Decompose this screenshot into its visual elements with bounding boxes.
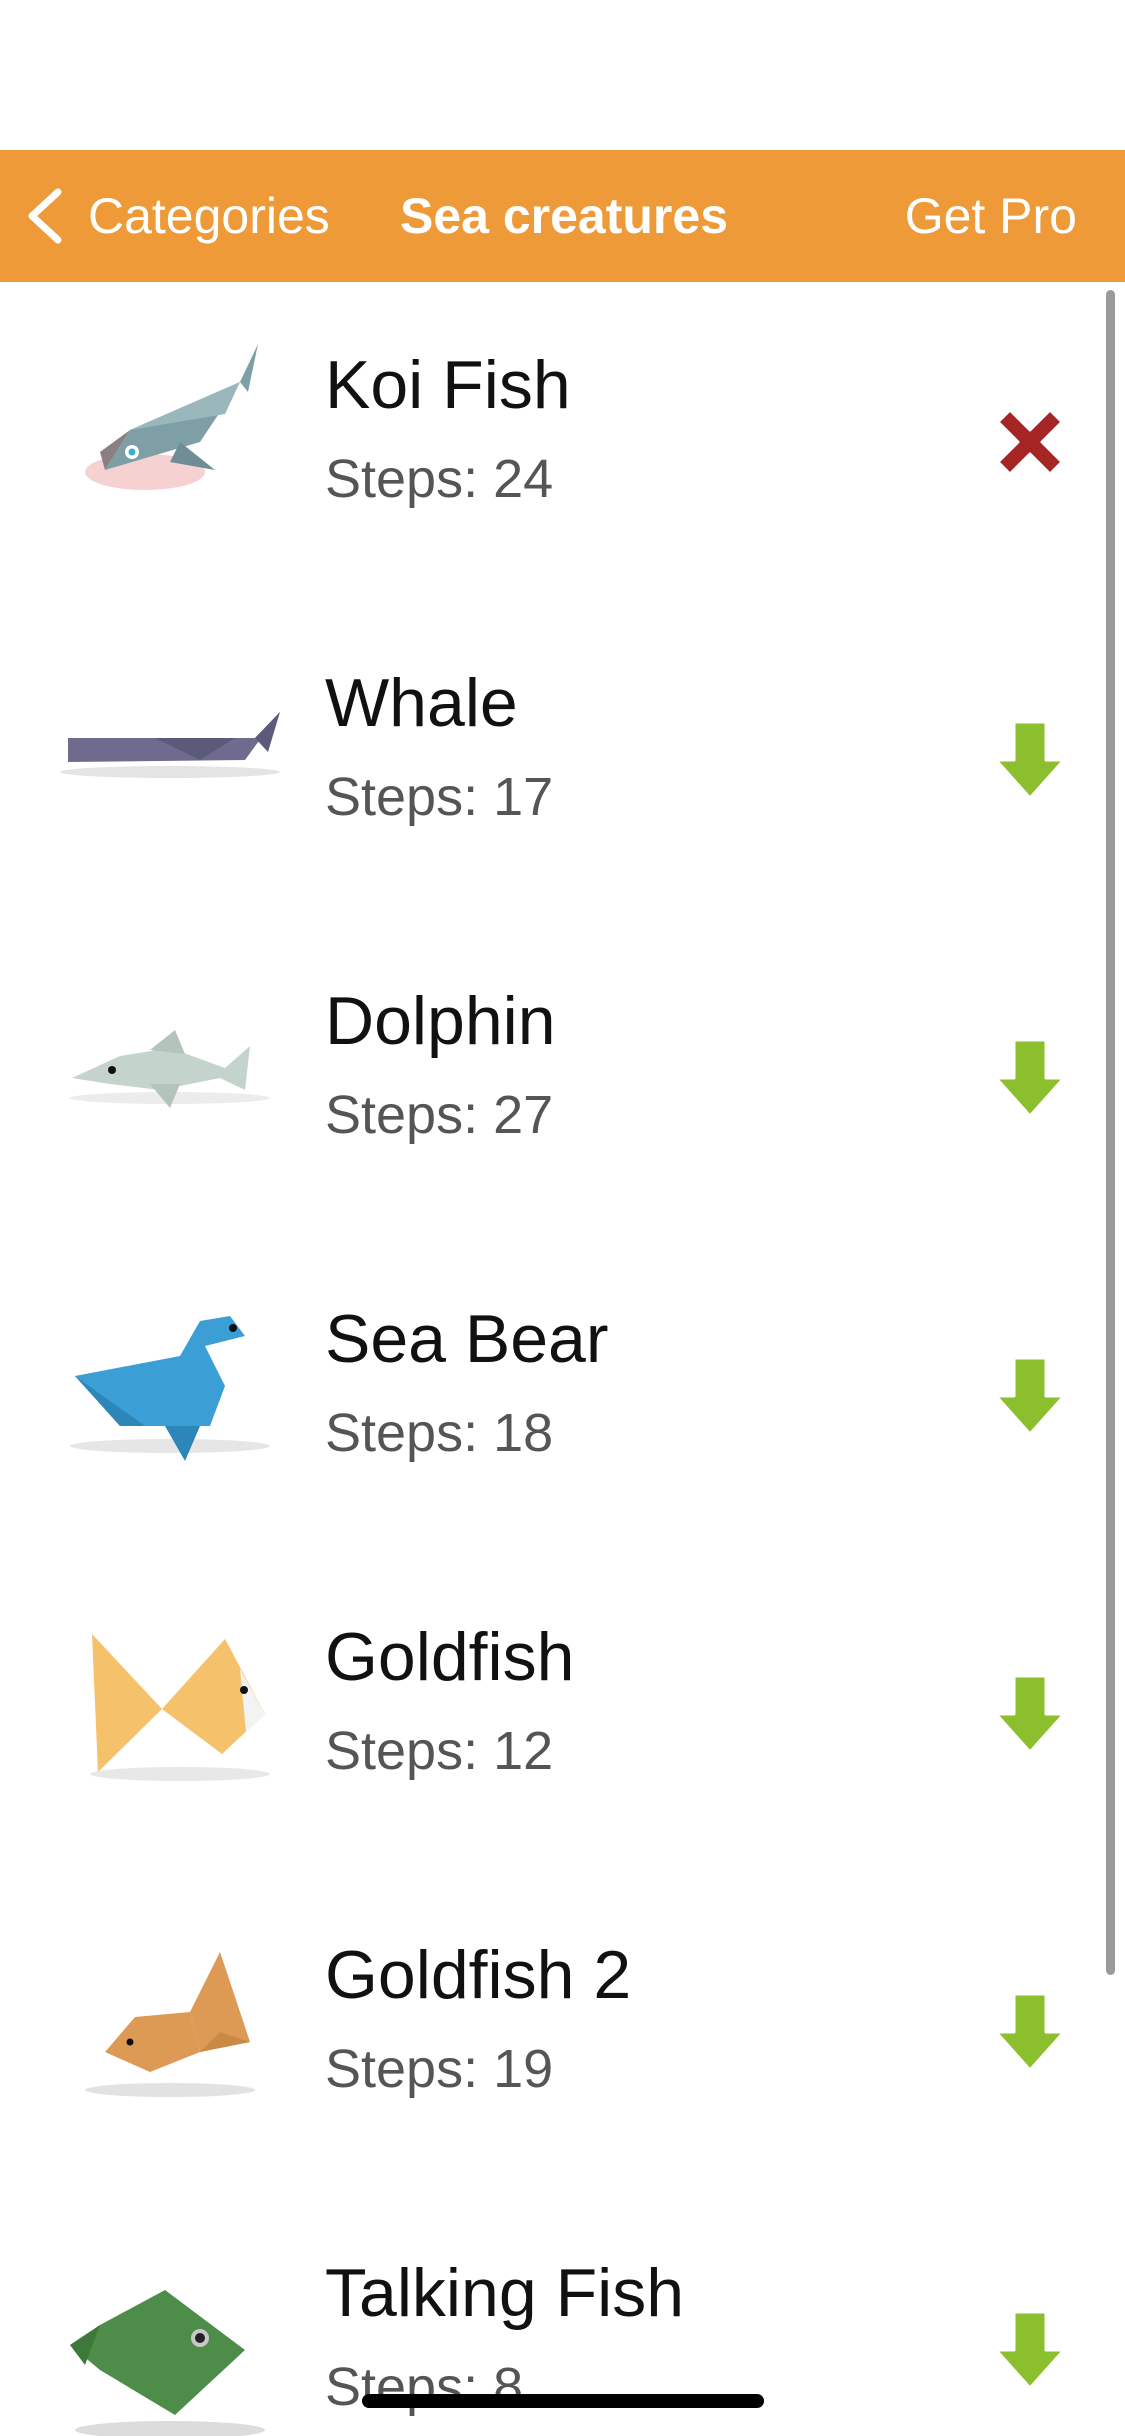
chevron-left-icon [28, 188, 62, 244]
download-button[interactable] [980, 1346, 1080, 1446]
item-steps: Steps: 8 [325, 2357, 524, 2417]
dolphin-thumbnail [50, 958, 290, 1168]
download-arrow-icon [994, 1038, 1066, 1118]
item-name: Goldfish [325, 1619, 575, 1695]
get-pro-button[interactable]: Get Pro [905, 150, 1077, 282]
download-button[interactable] [980, 1982, 1080, 2082]
item-steps: Steps: 18 [325, 1403, 554, 1463]
item-steps: Steps: 24 [325, 449, 554, 509]
creature-list: Koi Fish Steps: 24 Whale Steps: 17 Dolph… [0, 282, 1125, 2436]
koi-fish-thumbnail [50, 322, 290, 532]
item-name: Sea Bear [325, 1301, 609, 1377]
item-name: Whale [325, 665, 518, 741]
goldfish-2-thumbnail [50, 1912, 290, 2122]
delete-button[interactable] [980, 392, 1080, 492]
download-arrow-icon [994, 1356, 1066, 1436]
back-button-label: Categories [88, 188, 330, 244]
page-title: Sea creatures [400, 188, 729, 244]
item-name: Talking Fish [325, 2255, 685, 2331]
item-steps: Steps: 27 [325, 1085, 554, 1145]
download-arrow-icon [994, 720, 1066, 800]
goldfish-thumbnail [50, 1594, 290, 1804]
download-arrow-icon [994, 1674, 1066, 1754]
delete-cross-icon [996, 408, 1064, 476]
list-item-koi-fish[interactable]: Koi Fish Steps: 24 [0, 282, 1125, 600]
download-arrow-icon [994, 1992, 1066, 2072]
sea-bear-thumbnail [50, 1276, 290, 1486]
whale-thumbnail [50, 640, 290, 850]
download-button[interactable] [980, 1028, 1080, 1128]
back-button[interactable]: Categories [22, 150, 330, 282]
download-arrow-icon [994, 2310, 1066, 2390]
navigation-bar: Categories Sea creatures Get Pro [0, 150, 1125, 282]
item-name: Goldfish 2 [325, 1937, 632, 2013]
list-item-sea-bear[interactable]: Sea Bear Steps: 18 [0, 1236, 1125, 1554]
home-indicator[interactable] [362, 2394, 764, 2408]
item-name: Dolphin [325, 983, 556, 1059]
download-button[interactable] [980, 1664, 1080, 1764]
item-steps: Steps: 17 [325, 767, 554, 827]
download-button[interactable] [980, 710, 1080, 810]
download-button[interactable] [980, 2300, 1080, 2400]
list-item-goldfish-2[interactable]: Goldfish 2 Steps: 19 [0, 1872, 1125, 2190]
list-item-dolphin[interactable]: Dolphin Steps: 27 [0, 918, 1125, 1236]
item-steps: Steps: 19 [325, 2039, 554, 2099]
list-item-whale[interactable]: Whale Steps: 17 [0, 600, 1125, 918]
talking-fish-thumbnail [50, 2230, 290, 2436]
item-name: Koi Fish [325, 347, 571, 423]
item-steps: Steps: 12 [325, 1721, 554, 1781]
list-item-goldfish[interactable]: Goldfish Steps: 12 [0, 1554, 1125, 1872]
status-bar [0, 0, 1125, 150]
scrollbar[interactable] [1106, 290, 1115, 1975]
